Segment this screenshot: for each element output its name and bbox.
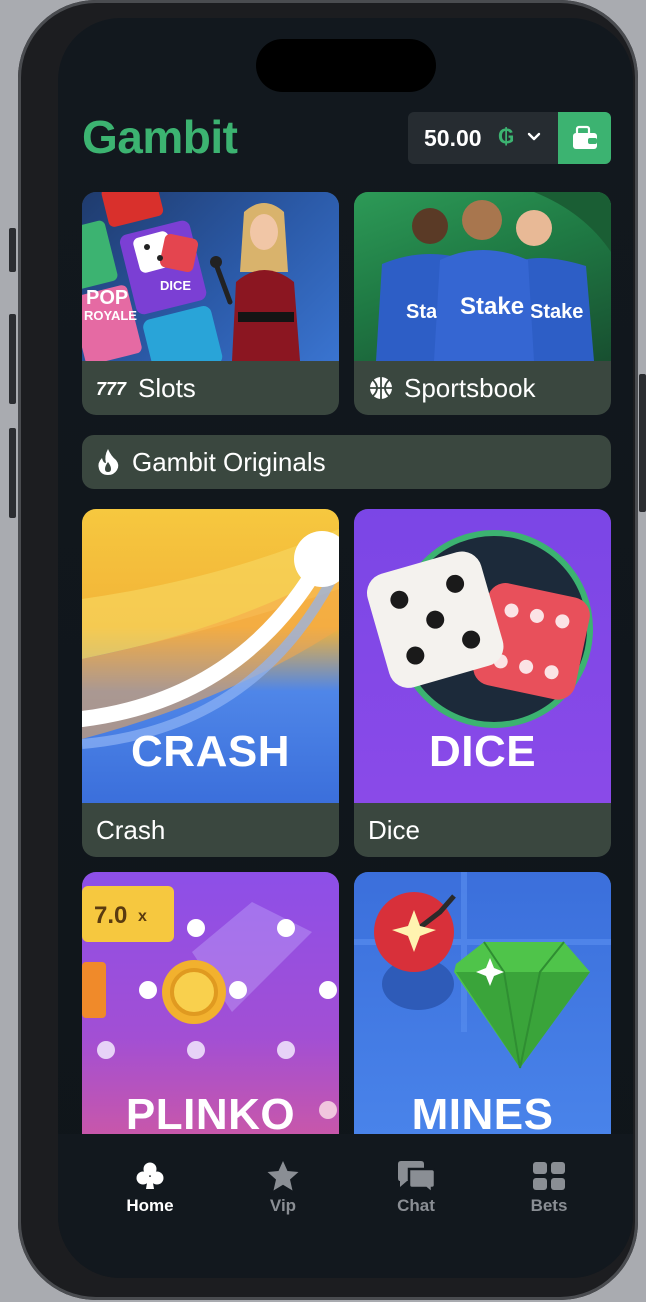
app-logo: Gambit bbox=[82, 111, 238, 163]
club-icon bbox=[136, 1162, 164, 1189]
jersey-text: Stake bbox=[460, 293, 524, 320]
mines-game-card[interactable]: MINES bbox=[354, 872, 611, 1172]
dynamic-island bbox=[256, 39, 436, 92]
dice-title: DICE bbox=[428, 727, 537, 776]
crash-game-art: CRASH bbox=[82, 509, 339, 803]
slots-label-bar: 777 Slots bbox=[82, 361, 339, 415]
dice-label: Dice bbox=[368, 814, 421, 845]
star-icon bbox=[267, 1161, 299, 1191]
jersey-text: Stake bbox=[530, 301, 583, 323]
sportsbook-category-card[interactable]: Stake Stake Stake Sportsbook bbox=[354, 192, 611, 415]
sportsbook-label-bar: Sportsbook bbox=[354, 361, 611, 415]
mines-game-art: MINES bbox=[354, 872, 611, 1172]
mines-title: MINES bbox=[411, 1090, 554, 1139]
tab-vip[interactable]: Vip bbox=[228, 1156, 338, 1216]
basketball-icon bbox=[370, 377, 392, 399]
plinko-title: PLINKO bbox=[125, 1090, 296, 1139]
slots-tile-text: ROYALE bbox=[84, 308, 137, 323]
crash-title: CRASH bbox=[131, 727, 290, 776]
slots-label: Slots bbox=[138, 372, 196, 403]
tab-home[interactable]: Home bbox=[95, 1156, 205, 1216]
originals-label: Gambit Originals bbox=[132, 446, 326, 477]
chat-bubbles-icon bbox=[398, 1161, 437, 1194]
crash-label: Crash bbox=[96, 814, 166, 845]
phone-side-button bbox=[9, 228, 16, 272]
dice-game-card[interactable]: DICE Dice bbox=[354, 509, 611, 857]
plinko-multiplier: 7.0 bbox=[94, 902, 128, 929]
dice-label-bar: Dice bbox=[354, 803, 611, 857]
app-screen: Gambit 50.00 ₲ POP ROYALE DICE 777 Slots… bbox=[58, 18, 633, 1278]
grid-icon bbox=[533, 1162, 565, 1190]
slots-tile-text: POP bbox=[86, 287, 128, 309]
tab-vip-label: Vip bbox=[269, 1196, 297, 1215]
tab-chat[interactable]: Chat bbox=[361, 1156, 471, 1216]
tab-chat-label: Chat bbox=[397, 1196, 435, 1215]
balance-selector[interactable]: 50.00 ₲ bbox=[408, 112, 611, 164]
tab-bets[interactable]: Bets bbox=[494, 1156, 604, 1216]
plinko-game-card[interactable]: 7.0 x PLINKO bbox=[82, 872, 339, 1172]
crash-game-card[interactable]: CRASH Crash bbox=[82, 509, 339, 857]
dice-game-art: DICE bbox=[354, 509, 611, 803]
wallet-button[interactable] bbox=[558, 112, 611, 164]
fire-icon bbox=[98, 449, 119, 475]
phone-side-button bbox=[639, 374, 646, 512]
balance-amount: 50.00 bbox=[424, 125, 482, 151]
phone-frame: Gambit 50.00 ₲ POP ROYALE DICE 777 Slots… bbox=[18, 0, 638, 1300]
gambit-coin-icon: ₲ bbox=[498, 125, 515, 148]
slots-category-card[interactable]: POP ROYALE DICE 777 Slots bbox=[82, 192, 339, 415]
tab-home-label: Home bbox=[126, 1196, 174, 1215]
tab-bets-label: Bets bbox=[530, 1196, 568, 1215]
sportsbook-promo-image: Stake Stake Stake bbox=[354, 192, 611, 361]
chevron-down-icon bbox=[526, 124, 542, 150]
phone-side-button bbox=[9, 428, 16, 518]
gambit-originals-header[interactable]: Gambit Originals bbox=[82, 435, 611, 489]
bottom-tab-bar: Home Vip Chat Bets bbox=[58, 1134, 633, 1278]
slots-promo-image: POP ROYALE DICE bbox=[82, 192, 339, 361]
plinko-game-art: 7.0 x PLINKO bbox=[82, 872, 339, 1172]
sportsbook-label: Sportsbook bbox=[404, 372, 536, 403]
svg-text:777: 777 bbox=[96, 379, 127, 398]
phone-side-button bbox=[9, 314, 16, 404]
slots-tile-text: DICE bbox=[160, 278, 191, 293]
plinko-multiplier-suffix: x bbox=[138, 908, 147, 925]
presenter-figure bbox=[210, 203, 300, 361]
wallet-icon bbox=[572, 125, 597, 149]
crash-label-bar: Crash bbox=[82, 803, 339, 857]
slots-777-icon: 777 bbox=[96, 379, 127, 398]
